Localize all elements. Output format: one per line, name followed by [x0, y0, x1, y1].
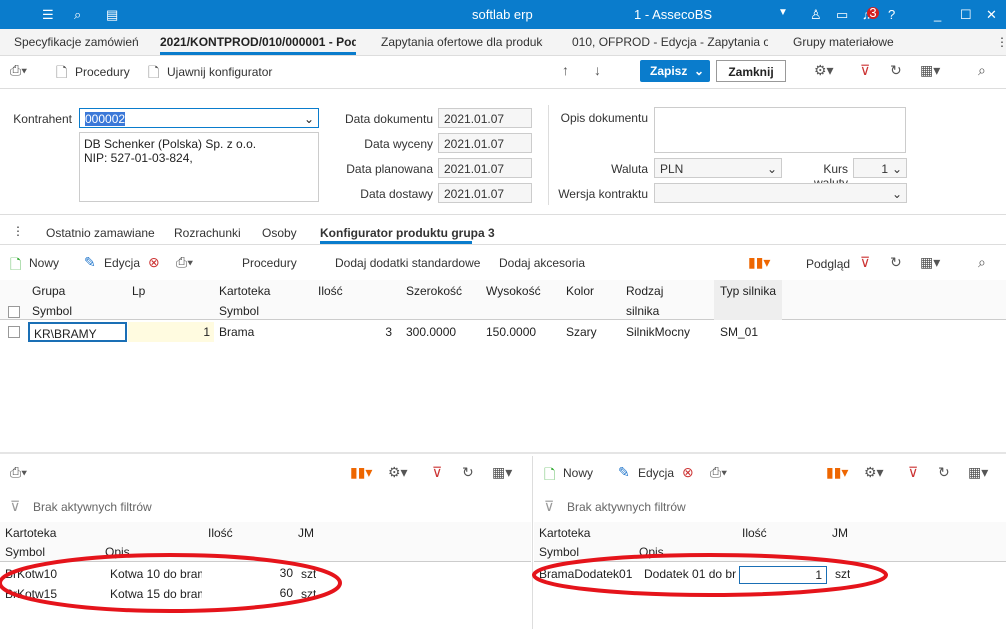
annotation-overlay — [0, 553, 888, 613]
highlight-ellipse-left — [0, 553, 342, 613]
highlight-ellipse-right — [532, 553, 888, 597]
